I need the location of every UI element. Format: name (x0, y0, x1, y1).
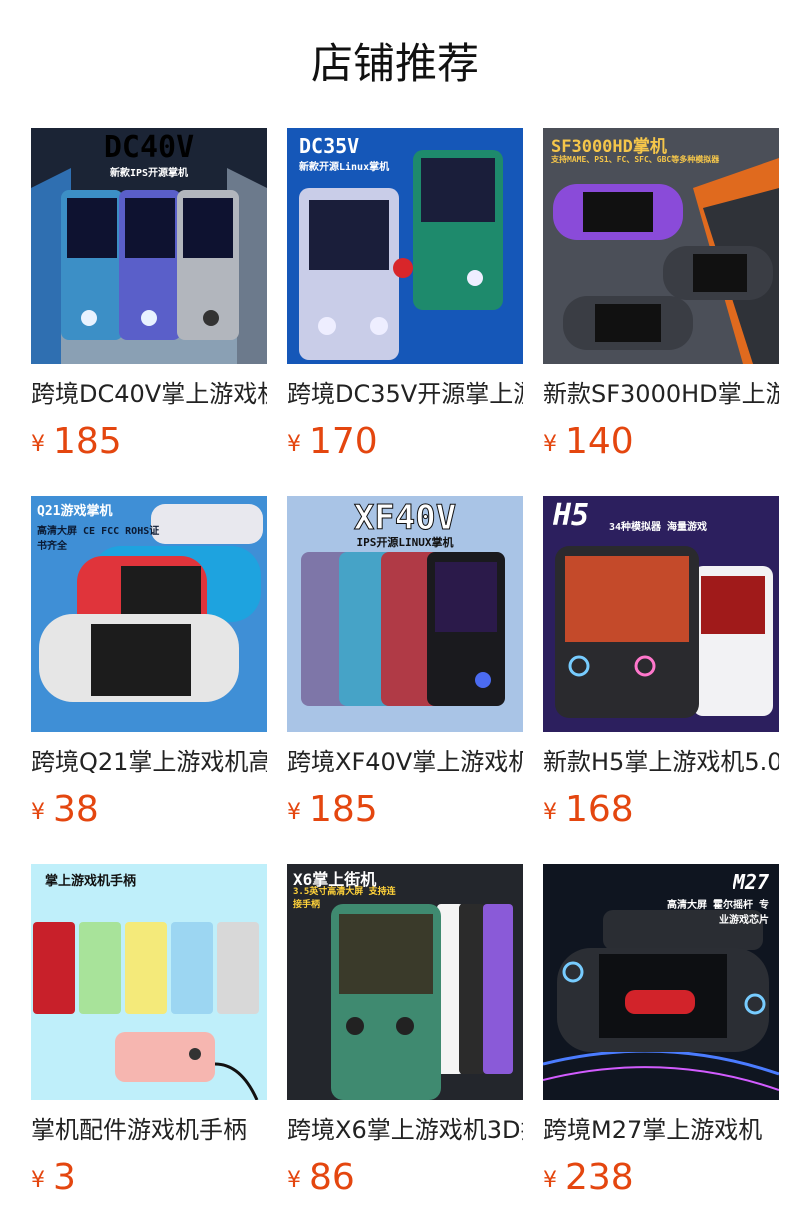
currency-symbol: ¥ (31, 1168, 45, 1193)
product-image[interactable]: XF40V IPS开源LINUX掌机 (287, 496, 523, 732)
product-card[interactable]: H5 34种模拟器 海量游戏 新款H5掌上游戏机5.0 ¥168 (543, 496, 779, 840)
product-price: ¥170 (287, 418, 523, 472)
product-name[interactable]: 新款SF3000HD掌上游戏机 (543, 376, 779, 412)
product-price: ¥185 (287, 786, 523, 840)
product-name[interactable]: 跨境DC35V开源掌上游戏机 (287, 376, 523, 412)
image-title-text: Q21游戏掌机 (37, 504, 113, 519)
image-title-text: DC40V (103, 130, 195, 165)
image-title-text: XF40V (353, 498, 457, 538)
image-subtitle-text: IPS开源LINUX掌机 (356, 536, 454, 549)
product-image[interactable]: H5 34种模拟器 海量游戏 (543, 496, 779, 732)
product-name[interactable]: 跨境XF40V掌上游戏机 (287, 744, 523, 780)
price-value: 185 (53, 421, 122, 462)
image-title-text: DC35V (299, 134, 360, 158)
product-card[interactable]: XF40V IPS开源LINUX掌机 跨境XF40V掌上游戏机 ¥185 (287, 496, 523, 840)
product-price: ¥238 (543, 1154, 779, 1208)
product-image[interactable]: SF3000HD掌机 支持MAME、PS1、FC、SFC、GBC等多种模拟器 (543, 128, 779, 364)
image-title-text: M27 (732, 870, 769, 894)
product-name[interactable]: 跨境X6掌上游戏机3D摇杆 (287, 1112, 523, 1148)
price-value: 3 (53, 1157, 76, 1198)
image-subtitle-text: 34种模拟器 海量游戏 (609, 522, 708, 533)
product-image[interactable]: M27 高清大屏 霍尔摇杆 专业游戏芯片 (543, 864, 779, 1100)
product-price: ¥185 (31, 418, 267, 472)
product-card[interactable]: DC40V 新款IPS开源掌机 跨境DC40V掌上游戏机 ¥185 (31, 128, 267, 472)
product-price: ¥38 (31, 786, 267, 840)
image-subtitle-text: 高清大屏 霍尔摇杆 专业游戏芯片 (666, 900, 769, 926)
product-name[interactable]: 跨境M27掌上游戏机 (543, 1112, 779, 1148)
product-card[interactable]: Q21游戏掌机 高清大屏 CE FCC ROHS证书齐全 跨境Q21掌上游戏机高… (31, 496, 267, 840)
product-name[interactable]: 跨境Q21掌上游戏机高清大屏 (31, 744, 267, 780)
price-value: 140 (565, 421, 634, 462)
product-card[interactable]: M27 高清大屏 霍尔摇杆 专业游戏芯片 跨境M27掌上游戏机 ¥238 (543, 864, 779, 1208)
product-card[interactable]: 掌上游戏机手柄 掌机配件游戏机手柄 ¥3 (31, 864, 267, 1208)
currency-symbol: ¥ (31, 432, 45, 457)
product-price: ¥3 (31, 1154, 267, 1208)
image-subtitle-text: 支持MAME、PS1、FC、SFC、GBC等多种模拟器 (551, 155, 720, 164)
product-image[interactable]: Q21游戏掌机 高清大屏 CE FCC ROHS证书齐全 (31, 496, 267, 732)
product-image[interactable]: 掌上游戏机手柄 (31, 864, 267, 1100)
product-name[interactable]: 新款H5掌上游戏机5.0 (543, 744, 779, 780)
image-subtitle-text: 3.5英寸高清大屏 支持连接手柄 (293, 887, 396, 910)
page-title: 店铺推荐 (310, 39, 479, 88)
currency-symbol: ¥ (287, 800, 301, 825)
product-image[interactable]: DC40V 新款IPS开源掌机 (31, 128, 267, 364)
price-value: 38 (53, 789, 99, 830)
product-price: ¥168 (543, 786, 779, 840)
price-value: 86 (309, 1157, 355, 1198)
price-value: 185 (309, 789, 378, 830)
price-value: 238 (565, 1157, 634, 1198)
currency-symbol: ¥ (287, 1168, 301, 1193)
currency-symbol: ¥ (543, 800, 557, 825)
price-value: 168 (565, 789, 634, 830)
currency-symbol: ¥ (543, 1168, 557, 1193)
currency-symbol: ¥ (543, 432, 557, 457)
product-price: ¥86 (287, 1154, 523, 1208)
product-name[interactable]: 掌机配件游戏机手柄 (31, 1112, 267, 1148)
currency-symbol: ¥ (31, 800, 45, 825)
product-name[interactable]: 跨境DC40V掌上游戏机 (31, 376, 267, 412)
product-price: ¥140 (543, 418, 779, 472)
image-title-text: 掌上游戏机手柄 (45, 874, 137, 889)
product-image[interactable]: DC35V 新款开源Linux掌机 (287, 128, 523, 364)
currency-symbol: ¥ (287, 432, 301, 457)
image-subtitle-text: 新款IPS开源掌机 (109, 168, 189, 179)
product-card[interactable]: DC35V 新款开源Linux掌机 跨境DC35V开源掌上游戏机 ¥170 (287, 128, 523, 472)
image-subtitle-text: 高清大屏 CE FCC ROHS证书齐全 (37, 526, 160, 552)
price-value: 170 (309, 421, 378, 462)
product-card[interactable]: SF3000HD掌机 支持MAME、PS1、FC、SFC、GBC等多种模拟器 新… (543, 128, 779, 472)
image-subtitle-text: 新款开源Linux掌机 (299, 162, 390, 173)
product-image[interactable]: X6掌上街机 3.5英寸高清大屏 支持连接手柄 (287, 864, 523, 1100)
product-card[interactable]: X6掌上街机 3.5英寸高清大屏 支持连接手柄 跨境X6掌上游戏机3D摇杆 ¥8… (287, 864, 523, 1208)
